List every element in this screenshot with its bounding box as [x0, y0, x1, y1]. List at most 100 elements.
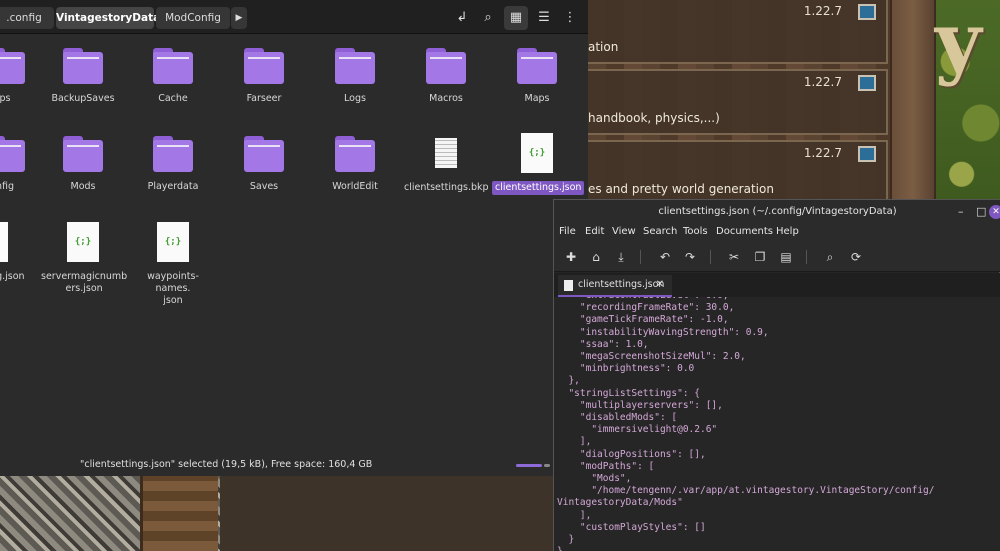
search-icon[interactable]: ⌕ — [821, 248, 839, 266]
folder-icon — [63, 136, 103, 172]
code-line: "gameTickFrameRate": -1.0, — [557, 314, 729, 326]
zoom-slider[interactable] — [516, 464, 542, 467]
mod-version: 1.22.7 — [803, 146, 842, 160]
open-folder-icon[interactable]: ⌂ — [587, 248, 605, 266]
code-line: "minbrightness": 0.0 — [557, 363, 695, 375]
wood-crate — [140, 476, 218, 551]
status-text: "clientsettings.json" selected (19,5 kB)… — [80, 459, 373, 470]
folder-icon — [244, 136, 284, 172]
search-icon[interactable]: ⌕ — [476, 6, 500, 30]
file-item[interactable]: clientsettings.bkp — [401, 133, 491, 195]
close-tab-icon[interactable]: ✕ — [656, 275, 664, 295]
file-item[interactable]: Playerdata — [128, 136, 218, 194]
code-line: "megaScreenshotSizeMul": 2.0, — [557, 351, 746, 363]
file-manager-header: .config VintagestoryData ModConfig ▶ ↲ ⌕… — [0, 0, 588, 34]
minimize-icon[interactable]: – — [958, 204, 964, 220]
file-item[interactable]: Maps — [492, 48, 582, 106]
save-icon[interactable]: ⤓ — [612, 248, 630, 266]
menu-icon[interactable]: ⋮ — [558, 6, 582, 30]
code-line: } — [557, 546, 935, 551]
tab-clientsettings[interactable]: clientsettings.json ✕ — [558, 275, 672, 297]
file-item[interactable]: Farseer — [219, 48, 309, 106]
menu-tools[interactable]: Tools — [683, 226, 708, 237]
menu-view[interactable]: View — [612, 226, 636, 237]
maximize-icon[interactable]: □ — [976, 204, 986, 220]
close-icon[interactable]: ✕ — [989, 205, 1000, 219]
file-item[interactable]: WorldEdit — [310, 136, 400, 194]
code-line: VintagestoryData/Mods" — [557, 497, 683, 509]
code-line: ], — [557, 509, 592, 521]
menu-search[interactable]: Search — [643, 226, 677, 237]
open-terminal-icon[interactable]: ↲ — [450, 6, 474, 30]
copy-icon[interactable]: ❐ — [751, 248, 769, 266]
file-name: servermagicnumb ers.json — [41, 271, 128, 294]
folder-icon — [244, 48, 284, 84]
code-line: "immersivelight@0.2.6" — [557, 424, 718, 436]
cut-icon[interactable]: ✂ — [725, 248, 743, 266]
redo-icon[interactable]: ↷ — [681, 248, 699, 266]
file-item[interactable]: BackupSaves — [38, 48, 128, 106]
text-editor-window: clientsettings.json (~/.config/Vintagest… — [553, 199, 1000, 551]
menu-documents[interactable]: Documents — [716, 226, 773, 237]
file-item[interactable]: Saves — [219, 136, 309, 194]
code-editor[interactable]: "extraContrastLevel": 0.0, "recordingFra… — [554, 297, 1000, 551]
file-name: BackupSaves — [51, 93, 115, 104]
editor-toolbar: ✚ ⌂ ⤓ ↶ ↷ ✂ ❐ ▤ ⌕ ⟳ — [554, 242, 1000, 272]
menu-file[interactable]: File — [559, 226, 576, 237]
breadcrumb-modconfig[interactable]: ModConfig — [156, 7, 230, 29]
grid-view-icon[interactable]: ▦ — [504, 6, 528, 30]
replace-icon[interactable]: ⟳ — [847, 248, 865, 266]
list-view-icon[interactable]: ☰ — [532, 6, 556, 30]
mod-version: 1.22.7 — [803, 4, 842, 18]
file-item[interactable]: Cache — [128, 48, 218, 106]
game-logo: y — [935, 0, 982, 88]
code-line: } — [557, 534, 575, 546]
folder-icon — [63, 48, 103, 84]
file-name: clientsettings.bkp — [404, 182, 489, 193]
file-manager-window: .config VintagestoryData ModConfig ▶ ↲ ⌕… — [0, 0, 588, 476]
window-title: clientsettings.json (~/.config/Vintagest… — [554, 200, 1000, 224]
code-line: "Mods", — [557, 473, 632, 485]
menu-help[interactable]: Help — [776, 226, 799, 237]
tab-label: clientsettings.json — [578, 279, 665, 290]
paste-icon[interactable]: ▤ — [777, 248, 795, 266]
file-item[interactable]: {;} servermagicnumb ers.json — [38, 222, 128, 296]
mod-list-item[interactable]: 1.22.7 ation — [588, 0, 888, 64]
menu-edit[interactable]: Edit — [585, 226, 604, 237]
undo-icon[interactable]: ↶ — [656, 248, 674, 266]
folder-icon — [335, 48, 375, 84]
file-name: Maps — [524, 93, 550, 104]
code-line: "customPlayStyles": [] — [557, 521, 706, 533]
mod-icon — [858, 4, 876, 20]
folder-icon — [153, 48, 193, 84]
file-item-selected[interactable]: {;} clientsettings.json — [492, 133, 585, 195]
mod-description: es and pretty world generation — [588, 182, 774, 196]
file-name: WorldEdit — [332, 181, 378, 192]
mod-icon — [858, 146, 876, 162]
mod-description: handbook, physics,...) — [588, 111, 720, 125]
breadcrumb-next-icon[interactable]: ▶ — [231, 7, 247, 29]
file-item[interactable]: {;} waypoints-names. json — [128, 222, 218, 308]
mod-list-item[interactable]: 1.22.7 es and pretty world generation — [588, 140, 888, 206]
file-item[interactable]: Macros — [401, 48, 491, 106]
code-line: "ssaa": 1.0, — [557, 338, 649, 350]
breadcrumb-config[interactable]: .config — [0, 7, 54, 29]
dirt-ground — [220, 476, 555, 551]
file-name: clientsettings.json — [492, 181, 585, 195]
new-file-icon[interactable]: ✚ — [562, 248, 580, 266]
code-line: "stringListSettings": { — [557, 387, 700, 399]
zoom-slider-track[interactable] — [544, 464, 550, 467]
breadcrumb-vintagestorydata[interactable]: VintagestoryData — [56, 7, 160, 29]
file-name: ig.json — [0, 271, 25, 282]
file-item[interactable]: Mods — [38, 136, 128, 194]
file-item[interactable]: Logs — [310, 48, 400, 106]
json-file-icon: {;} — [157, 222, 189, 262]
file-name: ps — [0, 93, 11, 104]
file-name: nfig — [0, 181, 15, 192]
mod-list-item[interactable]: 1.22.7 handbook, physics,...) — [588, 69, 888, 135]
mod-icon — [858, 75, 876, 91]
json-file-icon: {;} — [67, 222, 99, 262]
code-text: "extraContrastLevel": 0.0, "recordingFra… — [557, 297, 935, 551]
code-line: "recordingFrameRate": 30.0, — [557, 302, 735, 314]
code-line: "dialogPositions": [], — [557, 448, 706, 460]
